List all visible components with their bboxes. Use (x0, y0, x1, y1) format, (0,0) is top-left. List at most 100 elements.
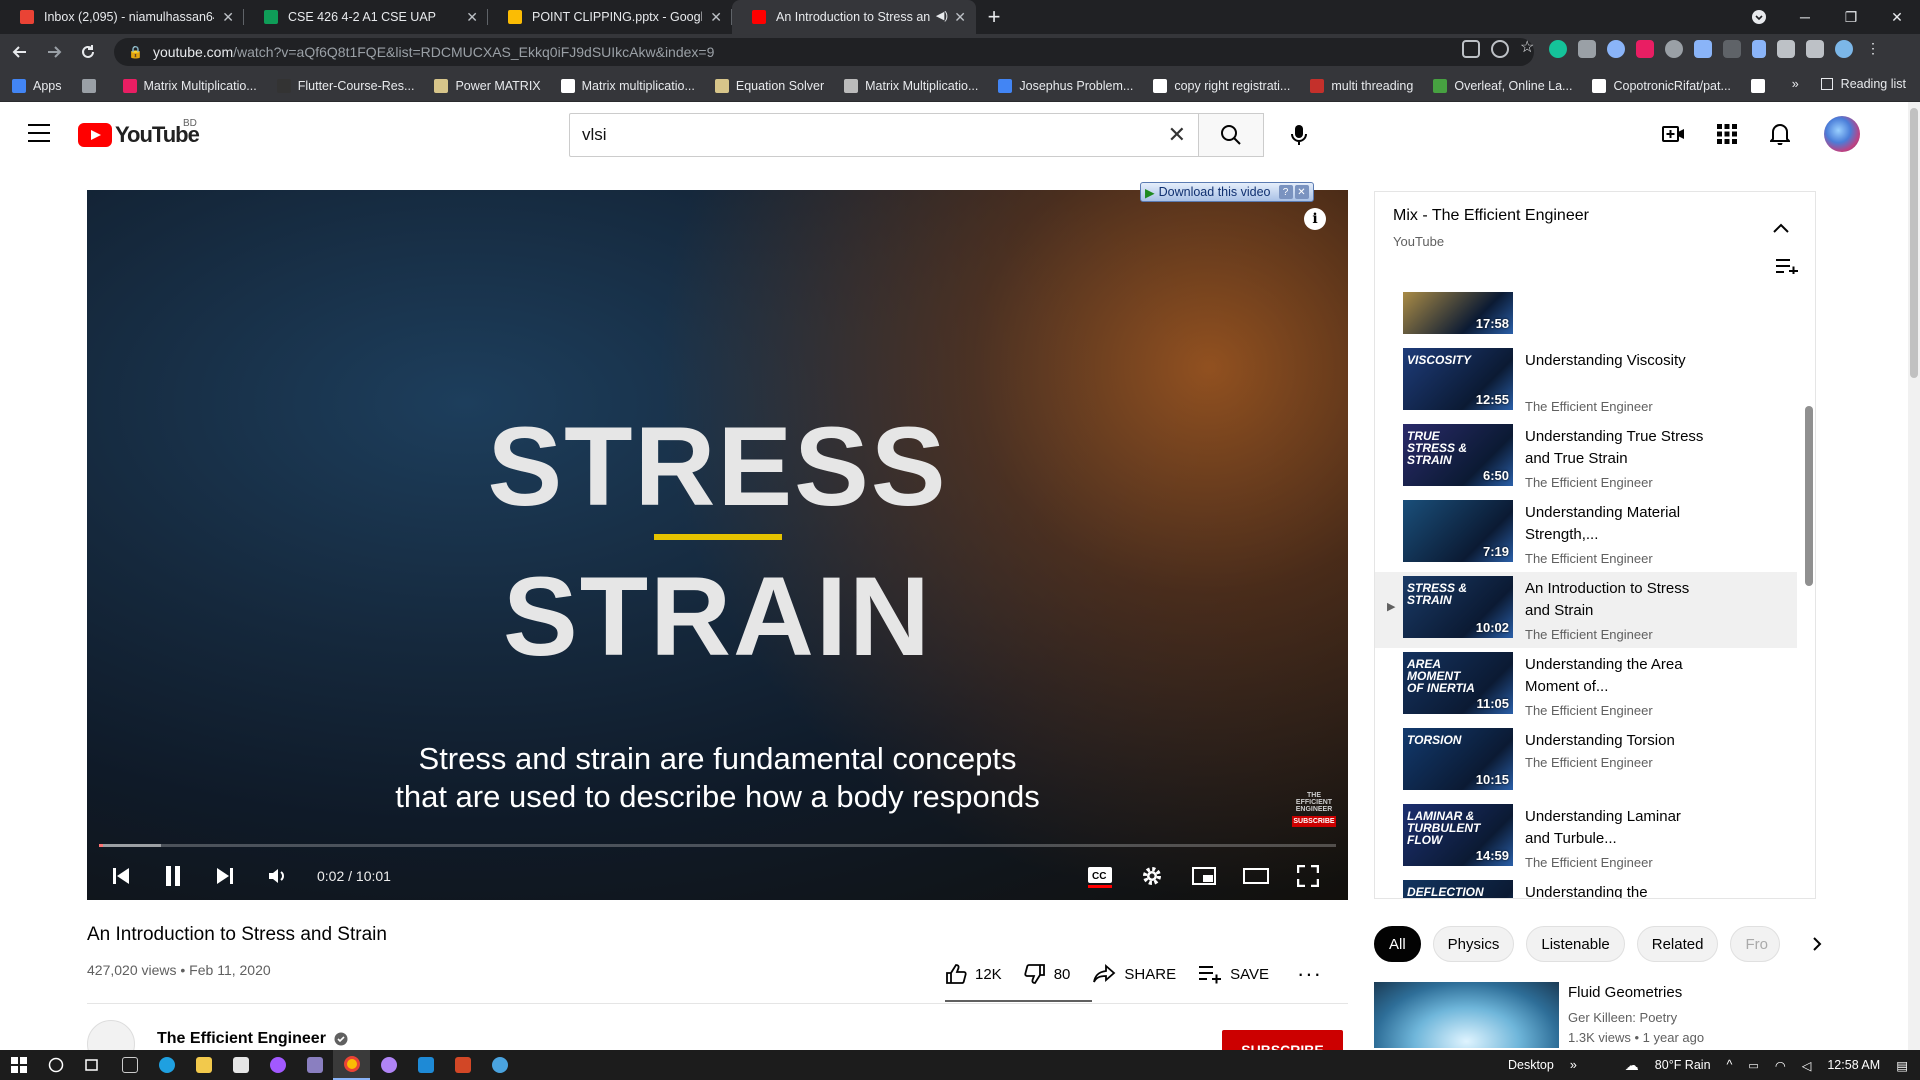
theater-mode-button[interactable] (1230, 852, 1282, 900)
collapse-playlist-button[interactable] (1773, 220, 1789, 238)
puzzle-extensions-icon[interactable] (1777, 40, 1795, 58)
zoom-icon[interactable] (1491, 40, 1509, 58)
fullscreen-button[interactable] (1282, 852, 1334, 900)
more-actions-button[interactable]: ··· (1297, 961, 1322, 987)
profile-avatar-icon[interactable] (1835, 40, 1853, 58)
bookmark-item[interactable]: Flutter-Course-Res... (276, 78, 414, 93)
taskbar-app-github[interactable] (370, 1050, 407, 1080)
playlist-item[interactable]: VISCOSITY 12:55 Understanding Viscosity The… (1375, 344, 1797, 420)
save-button[interactable]: SAVE (1198, 964, 1269, 984)
speaker-icon[interactable]: ◀) (936, 9, 948, 22)
pen-extension-icon[interactable] (1752, 40, 1766, 58)
back-button[interactable] (6, 38, 34, 66)
miniplayer-button[interactable] (1178, 852, 1230, 900)
browser-tab[interactable]: POINT CLIPPING.pptx - Google D ✕ (488, 0, 732, 34)
playlist-scrollbar[interactable] (1805, 406, 1813, 586)
playlist-item[interactable]: 7:19 Understanding Material Strength,... T… (1375, 496, 1797, 572)
playlist-item[interactable]: LAMINAR & TURBULENT FLOW 14:59 Understandi… (1375, 800, 1797, 876)
playlist-item[interactable]: ▶ STRESS & STRAIN 10:02 An Introduction to … (1375, 572, 1797, 648)
weather-text[interactable]: 80°F Rain (1655, 1058, 1711, 1072)
bookmarks-overflow-icon[interactable]: » (1792, 77, 1799, 91)
bookmark-item[interactable]: Matrix Multiplicatio... (122, 78, 257, 93)
help-icon[interactable]: ? (1278, 185, 1293, 199)
search-button-taskbar[interactable] (37, 1050, 74, 1080)
playlist-thumbnail[interactable]: STRESS & STRAIN 10:02 (1403, 576, 1513, 638)
bookmark-item[interactable] (1750, 78, 1772, 93)
filter-chip[interactable]: Related (1636, 926, 1719, 962)
close-tab-icon[interactable]: ✕ (222, 9, 234, 26)
playlist-title[interactable]: Mix - The Efficient Engineer (1393, 207, 1589, 225)
bookmark-item[interactable]: multi threading (1310, 78, 1413, 93)
browser-menu-icon[interactable]: ⋮ (1864, 40, 1882, 58)
page-scrollbar[interactable] (1908, 102, 1920, 1050)
playlist-thumbnail[interactable]: 7:19 (1403, 500, 1513, 562)
playlist-item[interactable]: DEFLECTION OF BEAMS Understanding the Def… (1375, 876, 1797, 898)
channel-name[interactable]: The Efficient Engineer (157, 1030, 348, 1048)
taskbar-app-messenger[interactable] (259, 1050, 296, 1080)
speaker-icon[interactable]: ◁ (1802, 1058, 1812, 1073)
download-video-badge[interactable]: ▶ Download this video ? ✕ (1140, 182, 1314, 202)
taskbar-app-terminal[interactable] (111, 1050, 148, 1080)
like-button[interactable]: 12K (945, 963, 1002, 985)
taskbar-app-mail[interactable] (222, 1050, 259, 1080)
bookmark-item[interactable]: CopotronicRifat/pat... (1592, 78, 1731, 93)
filter-chip[interactable]: Fro (1730, 926, 1781, 962)
maximize-button[interactable]: ❐ (1828, 0, 1874, 34)
playlist-thumbnail[interactable]: VISCOSITY 12:55 (1403, 348, 1513, 410)
url-bar[interactable]: 🔒 youtube.com/watch?v=aQf6Q8t1FQE&list=R… (114, 38, 1534, 66)
forward-button[interactable] (40, 38, 68, 66)
recommended-video-thumbnail[interactable] (1374, 982, 1559, 1048)
bookmark-item[interactable]: Overleaf, Online La... (1433, 78, 1572, 93)
browser-tab[interactable]: CSE 426 4-2 A1 CSE UAP ✕ (244, 0, 488, 34)
chevron-double-icon[interactable]: » (1570, 1058, 1577, 1072)
previous-button[interactable] (95, 852, 147, 900)
youtube-logo[interactable]: YouTube BD (78, 118, 200, 148)
browser-tab[interactable]: Inbox (2,095) - niamulhassan64@ ✕ (0, 0, 244, 34)
create-video-button[interactable] (1654, 114, 1694, 154)
playlist-item[interactable]: TORSION 10:15 Understanding Torsion The Eff… (1375, 724, 1797, 800)
playlist-item[interactable]: AREA MOMENT OF INERTIA 11:05 Understanding… (1375, 648, 1797, 724)
recommended-video-title[interactable]: Fluid Geometries (1568, 984, 1682, 1001)
media-control-icon[interactable] (1806, 40, 1824, 58)
bookmark-item[interactable]: Power MATRIX (434, 78, 541, 93)
close-badge-icon[interactable]: ✕ (1294, 185, 1309, 199)
taskbar-app-vscode[interactable] (407, 1050, 444, 1080)
clock-time[interactable]: 12:58 AM (1827, 1058, 1880, 1072)
bookmark-item[interactable]: Apps (12, 78, 62, 93)
camera-extension-icon[interactable] (1578, 40, 1596, 58)
share-button[interactable]: SHARE (1092, 964, 1176, 984)
bookmark-item[interactable]: copy right registrati... (1153, 78, 1290, 93)
clear-search-icon[interactable]: ✕ (1168, 122, 1186, 148)
reading-list-button[interactable]: » Reading list (1792, 77, 1906, 91)
bookmark-item[interactable]: Matrix multiplicatio... (560, 78, 695, 93)
playlist-thumbnail[interactable]: TRUE STRESS & STRAIN 6:50 (1403, 424, 1513, 486)
apps-grid-button[interactable] (1707, 114, 1747, 154)
close-window-button[interactable]: ✕ (1874, 0, 1920, 34)
profile-circle-icon[interactable] (1736, 0, 1782, 34)
taskbar-app-explorer[interactable] (185, 1050, 222, 1080)
browser-tab[interactable]: An Introduction to Stress an ◀) ✕ (732, 0, 976, 34)
close-tab-icon[interactable]: ✕ (710, 9, 722, 26)
playlist-thumbnail[interactable]: TORSION 10:15 (1403, 728, 1513, 790)
bookmark-item[interactable]: Matrix Multiplicatio... (844, 78, 978, 93)
reload-button[interactable] (74, 38, 102, 66)
taskbar-app-edge[interactable] (148, 1050, 185, 1080)
filter-chip[interactable]: Physics (1432, 926, 1515, 962)
search-input[interactable]: vlsi ✕ (569, 113, 1199, 157)
grammarly-extension-icon[interactable] (1549, 40, 1567, 58)
filter-chip[interactable]: All (1374, 926, 1421, 962)
download-extension-icon[interactable] (1694, 40, 1712, 58)
taskbar-app-chrome-alt[interactable] (481, 1050, 518, 1080)
playlist-item[interactable]: TRUE STRESS & STRAIN 6:50 Understanding Tr… (1375, 420, 1797, 496)
minimize-button[interactable]: ─ (1782, 0, 1828, 34)
next-button[interactable] (199, 852, 251, 900)
close-tab-icon[interactable]: ✕ (954, 9, 966, 26)
playlist-thumbnail[interactable]: DEFLECTION OF BEAMS (1403, 880, 1513, 898)
install-icon[interactable] (1462, 40, 1480, 58)
flag-extension-icon[interactable] (1636, 40, 1654, 58)
notifications-button[interactable] (1760, 114, 1800, 154)
bookmark-item[interactable]: Josephus Problem... (998, 78, 1133, 93)
settings-button[interactable] (1126, 852, 1178, 900)
dislike-button[interactable]: 80 (1024, 963, 1070, 985)
windows-start-button[interactable] (0, 1050, 37, 1080)
